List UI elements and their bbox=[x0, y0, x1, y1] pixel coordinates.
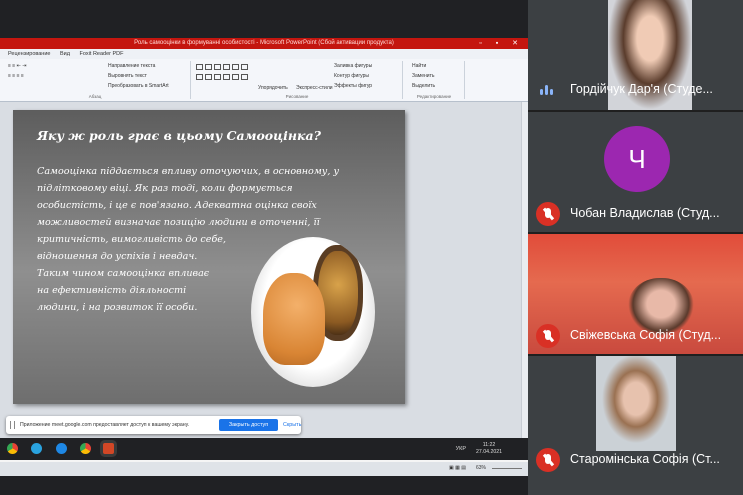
kitten bbox=[263, 273, 325, 365]
participant-tile[interactable]: Ч Чобан Владислав (Студ... bbox=[528, 112, 743, 232]
align-buttons[interactable]: ≡ ≡ ≡ ≡ bbox=[8, 73, 24, 79]
arrange-button[interactable]: Упорядочить bbox=[258, 85, 288, 91]
drawing-group: Упорядочить Экспресс-стили Заливка фигур… bbox=[192, 61, 403, 99]
window-controls[interactable]: ▫ ▪ ✕ bbox=[479, 38, 524, 49]
clock-date: 27.04.2021 bbox=[476, 449, 502, 455]
drag-handle[interactable] bbox=[10, 421, 15, 429]
participant-name: Свіжевська Софія (Студ... bbox=[570, 328, 722, 342]
speaking-indicator-icon bbox=[540, 85, 554, 95]
slide-text-line[interactable]: особистість, і це є пов'язано. Адекватна… bbox=[37, 200, 317, 211]
powerpoint-window: Роль самооцінки в формуванні особистості… bbox=[0, 38, 528, 476]
powerpoint-icon[interactable] bbox=[103, 443, 114, 454]
participant-name: Гордійчук Дар'я (Студе... bbox=[570, 82, 713, 96]
shape-fill-button[interactable]: Заливка фигуры bbox=[334, 63, 372, 69]
slide-text-line[interactable]: можливостей визначає позицію людини в от… bbox=[37, 217, 320, 228]
windows-taskbar: УКР 11:22 27.04.2021 bbox=[0, 438, 528, 460]
ribbon-tabs: Рецензирование Вид Foxit Reader PDF bbox=[0, 49, 528, 59]
tab-view[interactable]: Вид bbox=[60, 51, 70, 57]
status-bar: ▣ ▦ ▤ 63% bbox=[0, 462, 528, 476]
language-indicator[interactable]: УКР bbox=[456, 446, 466, 452]
participant-video bbox=[596, 356, 676, 451]
shared-screen: Роль самооцінки в формуванні особистості… bbox=[0, 0, 528, 495]
participant-tile[interactable]: Свіжевська Софія (Студ... bbox=[528, 234, 743, 354]
paragraph-group: ≡ ≡ ⇤ ⇥ ≡ ≡ ≡ ≡ Направление текста Выров… bbox=[0, 61, 191, 99]
zoom-level[interactable]: 63% bbox=[476, 465, 486, 471]
participant-name: Чобан Владислав (Студ... bbox=[570, 206, 720, 220]
editing-group-label: Редактирование bbox=[416, 94, 452, 99]
hide-button[interactable]: Скрыть bbox=[283, 422, 301, 428]
skype-icon[interactable] bbox=[56, 443, 67, 454]
slide-text-line[interactable]: на ефективність діяльності bbox=[37, 285, 186, 296]
list-buttons[interactable]: ≡ ≡ ⇤ ⇥ bbox=[8, 63, 26, 69]
drawing-group-label: Рисование bbox=[285, 94, 309, 99]
ribbon: ≡ ≡ ⇤ ⇥ ≡ ≡ ≡ ≡ Направление текста Выров… bbox=[0, 59, 528, 102]
mic-off-icon bbox=[536, 324, 560, 348]
slide-text-line[interactable]: людини, і на розвиток її особи. bbox=[37, 302, 197, 313]
quick-styles-button[interactable]: Экспресс-стили bbox=[296, 85, 333, 91]
clock-time: 11:22 bbox=[482, 442, 496, 448]
paragraph-group-label: Абзац bbox=[88, 94, 102, 99]
find-button[interactable]: Найти bbox=[412, 63, 426, 69]
window-title: Роль самооцінки в формуванні особистості… bbox=[134, 40, 394, 46]
shape-effects-button[interactable]: Эффекты фигур bbox=[334, 83, 372, 89]
screen-share-notification: Приложение meet.google.com предоставляет… bbox=[6, 416, 301, 434]
slide-title[interactable]: Яку ж роль грає в цьому Самооцінка? bbox=[37, 128, 321, 143]
slide-text-line[interactable]: підлітковому віці. Як раз тоді, коли фор… bbox=[37, 183, 293, 194]
slide-text-line[interactable]: відношення до успіхів і невдач. bbox=[37, 251, 197, 262]
smartart-button[interactable]: Преобразовать в SmartArt bbox=[108, 83, 169, 89]
mic-off-icon bbox=[536, 448, 560, 472]
shapes-gallery-row2[interactable] bbox=[196, 74, 250, 82]
slide-editing-area[interactable]: Яку ж роль грає в цьому Самооцінка? Само… bbox=[0, 102, 522, 448]
share-notification-text: Приложение meet.google.com предоставляет… bbox=[20, 422, 190, 428]
editing-group: Найти Заменить Выделить Редактирование bbox=[404, 61, 465, 99]
shape-outline-button[interactable]: Контур фигуры bbox=[334, 73, 369, 79]
taskbar-clock[interactable]: 11:22 27.04.2021 bbox=[476, 442, 502, 456]
slide-text-line[interactable]: критичність, вимогливість до себе, bbox=[37, 234, 226, 245]
select-button[interactable]: Выделить bbox=[412, 83, 435, 89]
slide[interactable]: Яку ж роль грає в цьому Самооцінка? Само… bbox=[13, 110, 405, 404]
stop-sharing-button[interactable]: Закрыть доступ bbox=[219, 419, 278, 431]
tab-foxit[interactable]: Foxit Reader PDF bbox=[80, 51, 124, 57]
slide-text-line[interactable]: Таким чином самооцінка впливає bbox=[37, 268, 209, 279]
zoom-slider[interactable] bbox=[492, 468, 522, 469]
align-text-button[interactable]: Выровнять текст bbox=[108, 73, 147, 79]
shapes-gallery[interactable] bbox=[196, 64, 250, 72]
window-titlebar: Роль самооцінки в формуванні особистості… bbox=[0, 38, 528, 49]
participant-tile[interactable]: Старомінська Софія (Ст... bbox=[528, 356, 743, 495]
tab-review[interactable]: Рецензирование bbox=[8, 51, 50, 57]
replace-button[interactable]: Заменить bbox=[412, 73, 434, 79]
telegram-icon[interactable] bbox=[31, 443, 42, 454]
chrome-icon[interactable] bbox=[80, 443, 91, 454]
vertical-scrollbar[interactable] bbox=[521, 102, 528, 448]
participant-tile[interactable]: Гордійчук Дар'я (Студе... bbox=[528, 0, 743, 110]
slide-text-line[interactable]: Самооцінка піддається впливу оточуючих, … bbox=[37, 166, 339, 177]
chrome-icon[interactable] bbox=[7, 443, 18, 454]
cat-lion-mirror-image[interactable] bbox=[251, 237, 375, 387]
avatar: Ч bbox=[604, 126, 670, 192]
mic-off-icon bbox=[536, 202, 560, 226]
participant-name: Старомінська Софія (Ст... bbox=[570, 452, 720, 466]
view-buttons[interactable]: ▣ ▦ ▤ bbox=[449, 465, 466, 471]
text-direction-button[interactable]: Направление текста bbox=[108, 63, 155, 69]
